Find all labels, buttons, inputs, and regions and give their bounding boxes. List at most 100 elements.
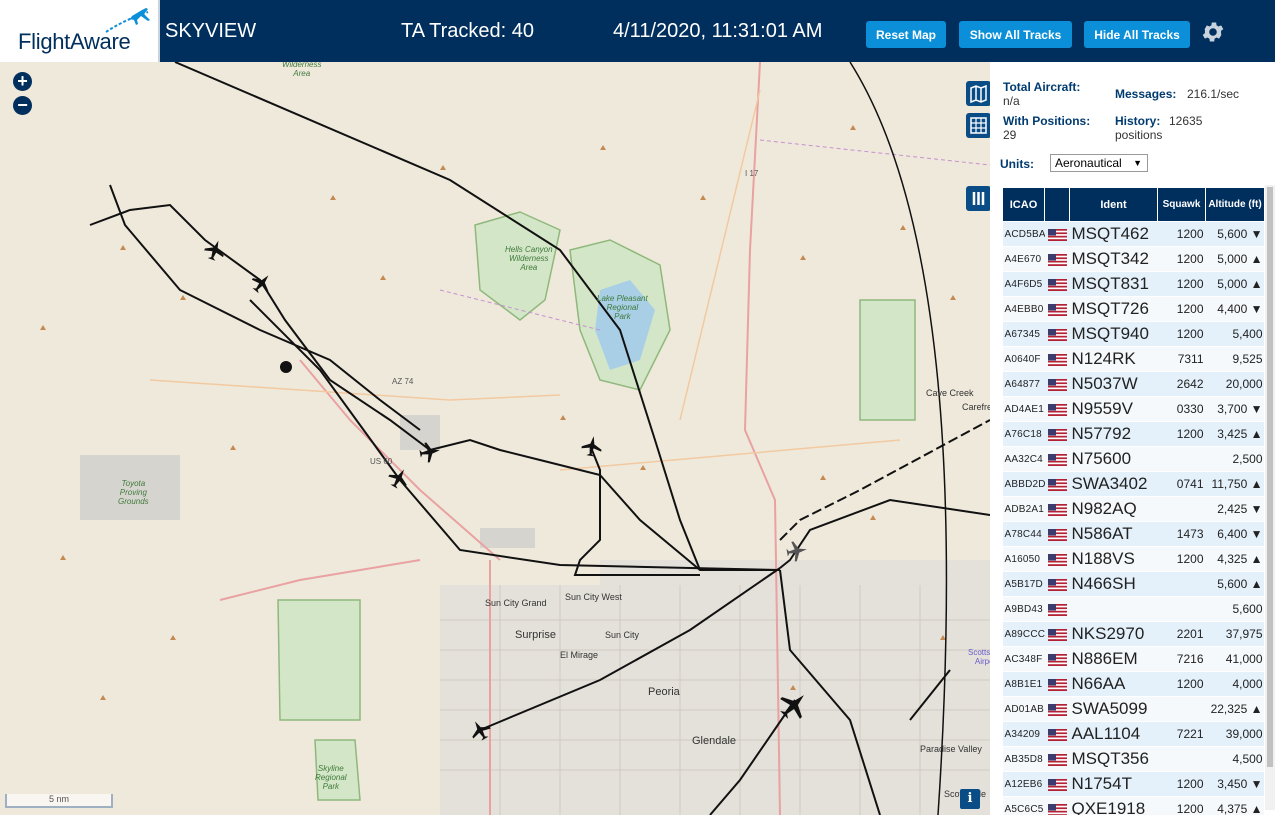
total-aircraft-value: n/a <box>1003 94 1020 108</box>
us-flag-icon <box>1044 246 1070 272</box>
units-select[interactable]: Aeronautical ▼ <box>1050 154 1148 172</box>
table-row[interactable]: AA32C4 N75600 2,500 <box>1002 446 1264 472</box>
table-row[interactable]: A4EBB0 MSQT726 1200 4,400 ▼ <box>1002 296 1264 322</box>
map-view[interactable]: Wilderness Area Hells Canyon Wilderness … <box>0 62 990 815</box>
map-label-skyline: Skyline Regional Park <box>315 764 347 791</box>
reset-map-button[interactable]: Reset Map <box>866 21 946 48</box>
table-row[interactable]: A8B1E1 N66AA 1200 4,000 <box>1002 671 1264 697</box>
with-positions-label: With Positions: <box>1003 114 1091 128</box>
table-row[interactable]: ABBD2D SWA3402 0741 11,750 ▲ <box>1002 471 1264 497</box>
map-label-carefree: Carefree <box>962 402 990 412</box>
ident-cell: N586AT <box>1069 521 1158 547</box>
altitude-cell: 4,500 <box>1205 746 1264 772</box>
altitude-cell: 37,975 <box>1205 621 1264 647</box>
us-flag-icon <box>1044 271 1070 297</box>
ident-cell: N188VS <box>1069 546 1158 572</box>
ident-cell: SWA5099 <box>1069 696 1158 722</box>
altitude-cell: 4,325 ▲ <box>1205 546 1264 572</box>
aircraft-table-container[interactable]: ICAO Ident Squawk Altitude (ft) ACD5BA MS… <box>1002 187 1264 815</box>
altitude-cell: 2,500 <box>1205 446 1264 472</box>
gear-icon[interactable] <box>1200 19 1226 45</box>
messages-value: 216.1/sec <box>1187 87 1240 101</box>
table-row[interactable]: A5B17D N466SH 5,600 ▲ <box>1002 571 1264 597</box>
ident-cell: MSQT342 <box>1069 246 1158 272</box>
show-all-tracks-button[interactable]: Show All Tracks <box>959 21 1072 48</box>
table-row[interactable]: A64877 N5037W 2642 20,000 <box>1002 371 1264 397</box>
squawk-cell: 7221 <box>1157 721 1206 747</box>
icao-cell: A4EBB0 <box>1002 296 1045 322</box>
icao-cell: A5B17D <box>1002 571 1045 597</box>
map-label-cave-creek: Cave Creek <box>926 388 974 398</box>
table-row[interactable]: A16050 N188VS 1200 4,325 ▲ <box>1002 546 1264 572</box>
map-layers-button[interactable] <box>966 81 990 106</box>
column-header-flag[interactable] <box>1044 187 1070 222</box>
table-row[interactable]: A4E670 MSQT342 1200 5,000 ▲ <box>1002 246 1264 272</box>
table-row[interactable]: A9BD43 5,600 <box>1002 596 1264 622</box>
squawk-cell: 0741 <box>1157 471 1206 497</box>
table-row[interactable]: AD01AB SWA5099 22,325 ▲ <box>1002 696 1264 722</box>
aircraft-table-body: ACD5BA MSQT462 1200 5,600 ▼ A4E670 MSQT342 120… <box>1002 221 1264 815</box>
table-row[interactable]: A34209 AAL1104 7221 39,000 <box>1002 721 1264 747</box>
table-row[interactable]: A4F6D5 MSQT831 1200 5,000 ▲ <box>1002 271 1264 297</box>
map-label-peoria: Peoria <box>648 686 680 698</box>
squawk-cell: 0330 <box>1157 396 1206 422</box>
map-scale-bar: 5 nm <box>5 794 113 808</box>
icao-cell: ADB2A1 <box>1002 496 1045 522</box>
top-header: FlightAware SKYVIEW TA Tracked: 40 4/11/… <box>0 0 1275 62</box>
units-row: Units: Aeronautical ▼ <box>1000 154 1148 172</box>
sidebar-scrollbar[interactable] <box>1265 185 1275 810</box>
map-label-wilderness: Wilderness Area <box>282 62 322 78</box>
us-flag-icon <box>1044 346 1070 372</box>
table-row[interactable]: A12EB6 N1754T 1200 3,450 ▼ <box>1002 771 1264 797</box>
table-row[interactable]: A67345 MSQT940 1200 5,400 <box>1002 321 1264 347</box>
info-button[interactable]: i <box>960 789 980 809</box>
column-header-squawk[interactable]: Squawk <box>1157 187 1206 222</box>
logo-text: FlightAware <box>18 29 131 54</box>
squawk-cell: 1200 <box>1157 296 1206 322</box>
squawk-cell: 1200 <box>1157 246 1206 272</box>
columns-toggle-button[interactable] <box>966 186 990 211</box>
map-canvas[interactable] <box>0 62 990 815</box>
altitude-cell: 3,700 ▼ <box>1205 396 1264 422</box>
table-row[interactable]: A78C44 N586AT 1473 6,400 ▼ <box>1002 521 1264 547</box>
table-row[interactable]: A76C18 N57792 1200 3,425 ▲ <box>1002 421 1264 447</box>
table-row[interactable]: A89CCC NKS2970 2201 37,975 <box>1002 621 1264 647</box>
hide-all-tracks-button[interactable]: Hide All Tracks <box>1084 21 1190 48</box>
altitude-cell: 6,400 ▼ <box>1205 521 1264 547</box>
table-row[interactable]: ADB2A1 N982AQ 2,425 ▼ <box>1002 496 1264 522</box>
table-row[interactable]: ACD5BA MSQT462 1200 5,600 ▼ <box>1002 221 1264 247</box>
altitude-cell: 5,400 <box>1205 321 1264 347</box>
us-flag-icon <box>1044 746 1070 772</box>
table-row[interactable]: AC348F N886EM 7216 41,000 <box>1002 646 1264 672</box>
icao-cell: A9BD43 <box>1002 596 1045 622</box>
history-unit: positions <box>1115 128 1163 142</box>
column-header-altitude[interactable]: Altitude (ft) <box>1205 187 1264 222</box>
icao-cell: AA32C4 <box>1002 446 1045 472</box>
column-header-ident[interactable]: Ident <box>1069 187 1158 222</box>
ident-cell: MSQT940 <box>1069 321 1158 347</box>
altitude-cell: 20,000 <box>1205 371 1264 397</box>
flightaware-logo[interactable]: FlightAware <box>0 0 160 62</box>
us-flag-icon <box>1044 446 1070 472</box>
us-flag-icon <box>1044 421 1070 447</box>
zoom-out-button[interactable]: − <box>13 96 32 115</box>
table-row[interactable]: AB35D8 MSQT356 4,500 <box>1002 746 1264 772</box>
table-header-row: ICAO Ident Squawk Altitude (ft) <box>1002 187 1264 222</box>
us-flag-icon <box>1044 396 1070 422</box>
column-header-icao[interactable]: ICAO <box>1002 187 1045 222</box>
altitude-cell: 3,450 ▼ <box>1205 771 1264 797</box>
grid-toggle-button[interactable] <box>966 113 990 138</box>
table-row[interactable]: AD4AE1 N9559V 0330 3,700 ▼ <box>1002 396 1264 422</box>
with-positions-value: 29 <box>1003 128 1017 142</box>
altitude-cell: 22,325 ▲ <box>1205 696 1264 722</box>
zoom-in-button[interactable]: + <box>13 72 32 91</box>
map-label-lake-pleasant: Lake Pleasant Regional Park <box>597 294 648 321</box>
aircraft-table: ICAO Ident Squawk Altitude (ft) ACD5BA MS… <box>1002 187 1264 815</box>
ident-cell: N466SH <box>1069 571 1158 597</box>
scrollbar-thumb[interactable] <box>1267 187 1273 767</box>
us-flag-icon <box>1044 596 1070 622</box>
history-label: History: <box>1115 114 1161 128</box>
map-label-sun-city-grand: Sun City Grand <box>485 598 547 608</box>
table-row[interactable]: A5C6C5 QXE1918 1200 4,375 ▲ <box>1002 796 1264 815</box>
table-row[interactable]: A0640F N124RK 7311 9,525 <box>1002 346 1264 372</box>
